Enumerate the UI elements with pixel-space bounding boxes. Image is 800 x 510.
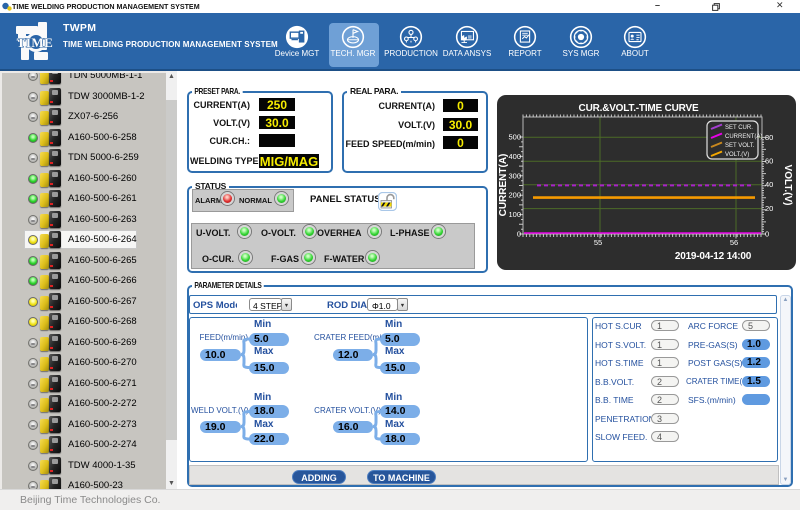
svg-text:300: 300 (508, 171, 521, 180)
svg-text:CURRENT(A): CURRENT(A) (498, 154, 509, 217)
svg-text:40: 40 (765, 180, 773, 189)
svg-text:0: 0 (765, 230, 769, 239)
svg-text:100: 100 (508, 210, 521, 219)
svg-text:56: 56 (730, 238, 738, 247)
svg-text:20: 20 (765, 204, 773, 213)
svg-text:55: 55 (594, 238, 602, 247)
svg-text:400: 400 (508, 152, 521, 161)
svg-text:500: 500 (508, 133, 521, 142)
svg-text:SET VOLT.: SET VOLT. (725, 143, 755, 149)
svg-text:VOLT.(V): VOLT.(V) (725, 152, 749, 158)
svg-text:80: 80 (765, 133, 773, 142)
svg-text:SET CUR.: SET CUR. (725, 125, 753, 131)
svg-text:60: 60 (765, 157, 773, 166)
svg-text:200: 200 (508, 191, 521, 200)
svg-text:0: 0 (517, 230, 521, 239)
svg-text:CURRENT(A): CURRENT(A) (725, 134, 762, 140)
svg-text:VOLT.(V): VOLT.(V) (782, 165, 793, 206)
svg-text:TIME: TIME (17, 35, 54, 50)
